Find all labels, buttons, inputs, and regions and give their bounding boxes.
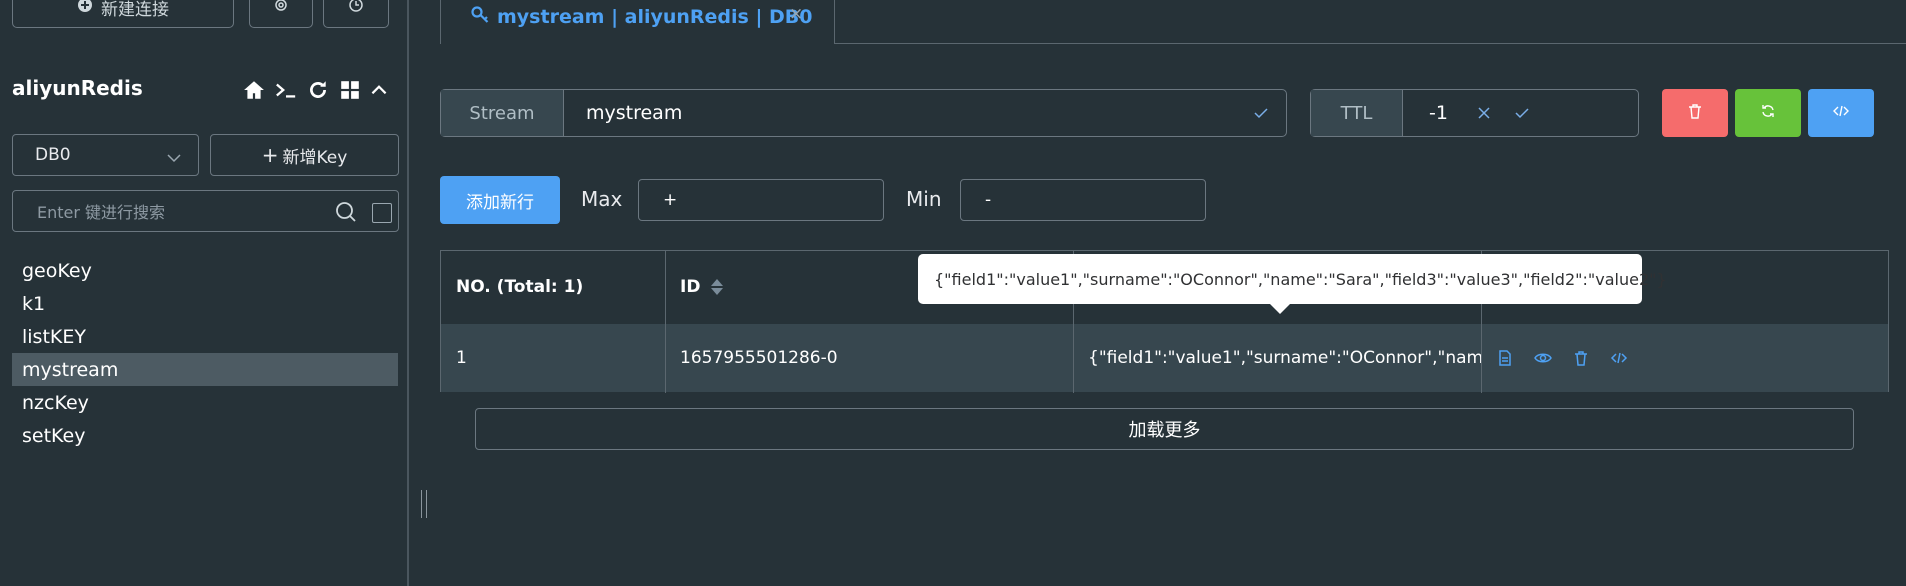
add-key-button[interactable]: + 新增Key	[210, 134, 399, 176]
code-view-button[interactable]	[1808, 89, 1874, 137]
key-list-item[interactable]: listKEY	[12, 320, 398, 353]
load-more-button[interactable]: 加载更多	[475, 408, 1854, 450]
key-name-input[interactable]: mystream	[586, 90, 682, 136]
check-icon[interactable]	[1252, 104, 1270, 122]
key-search	[12, 190, 399, 232]
tab-divider	[834, 43, 1906, 44]
clock-icon	[348, 0, 364, 18]
max-input[interactable]: +	[638, 179, 884, 221]
gear-icon	[273, 0, 289, 18]
column-header-no: NO. (Total: 1)	[456, 277, 584, 297]
add-key-label: 新增Key	[282, 147, 348, 168]
sort-icon[interactable]	[710, 277, 724, 297]
column-header-id-label: ID	[680, 277, 701, 297]
key-icon	[471, 4, 491, 29]
ttl-field: TTL -1	[1310, 89, 1639, 137]
tab-mystream[interactable]: mystream | aliyunRedis | DB0 ×	[440, 0, 835, 44]
min-input[interactable]: -	[960, 179, 1206, 221]
settings-button[interactable]	[249, 0, 313, 28]
cell-id: 1657955501286-0	[665, 324, 1073, 392]
terminal-icon[interactable]	[272, 78, 300, 102]
refresh-icon	[1759, 102, 1777, 125]
grid-icon[interactable]	[338, 78, 362, 102]
delete-key-button[interactable]	[1662, 89, 1728, 137]
plus-icon: +	[261, 143, 279, 167]
ttl-label: TTL	[1311, 90, 1403, 136]
clear-icon[interactable]	[1475, 104, 1493, 122]
refresh-key-button[interactable]	[1735, 89, 1801, 137]
trash-icon	[1686, 102, 1704, 125]
tab-title: mystream | aliyunRedis | DB0	[497, 5, 813, 28]
chevron-down-icon	[166, 149, 182, 169]
tab-close-icon[interactable]: ×	[789, 4, 803, 24]
new-connection-label: 新建连接	[101, 0, 169, 20]
search-icon[interactable]	[335, 201, 357, 228]
home-icon[interactable]	[242, 78, 266, 102]
db-select[interactable]: DB0	[12, 134, 199, 176]
panel-resize-handle[interactable]	[421, 490, 427, 518]
key-list-item[interactable]: k1	[12, 287, 398, 320]
key-list-item[interactable]: nzcKey	[12, 386, 398, 419]
connection-name: aliyunRedis	[12, 76, 143, 100]
history-button[interactable]	[323, 0, 389, 28]
db-select-value: DB0	[35, 145, 71, 165]
key-list-item[interactable]: mystream	[12, 353, 398, 386]
cell-value: {"field1":"value1","surname":"OConnor","…	[1073, 324, 1499, 392]
document-icon[interactable]	[1496, 349, 1514, 367]
sidebar: 新建连接 aliyunRedis DB0 + 新增Key geoKeyk1lis…	[0, 0, 409, 586]
cell-no: 1	[441, 324, 665, 392]
exact-search-checkbox[interactable]	[372, 203, 392, 223]
check-icon[interactable]	[1513, 104, 1531, 122]
trash-icon[interactable]	[1572, 349, 1590, 367]
min-label: Min	[906, 187, 942, 211]
key-search-input[interactable]	[35, 199, 339, 225]
cell-actions	[1481, 324, 1888, 392]
code-icon	[1832, 102, 1850, 125]
value-tooltip: {"field1":"value1","surname":"OConnor","…	[918, 254, 1667, 314]
key-type-label: Stream	[441, 90, 564, 136]
eye-icon[interactable]	[1534, 349, 1552, 367]
key-name-field: Stream mystream	[440, 89, 1287, 137]
new-connection-button[interactable]: 新建连接	[12, 0, 234, 28]
add-new-row-button[interactable]: 添加新行	[440, 176, 560, 224]
max-label: Max	[581, 187, 623, 211]
chevron-up-icon[interactable]	[368, 80, 390, 100]
ttl-input[interactable]: -1	[1429, 90, 1448, 136]
code-icon[interactable]	[1610, 349, 1628, 367]
plus-circle-icon	[77, 0, 93, 18]
key-list-item[interactable]: geoKey	[12, 254, 398, 287]
key-list-item[interactable]: setKey	[12, 419, 398, 452]
refresh-icon[interactable]	[306, 78, 330, 102]
